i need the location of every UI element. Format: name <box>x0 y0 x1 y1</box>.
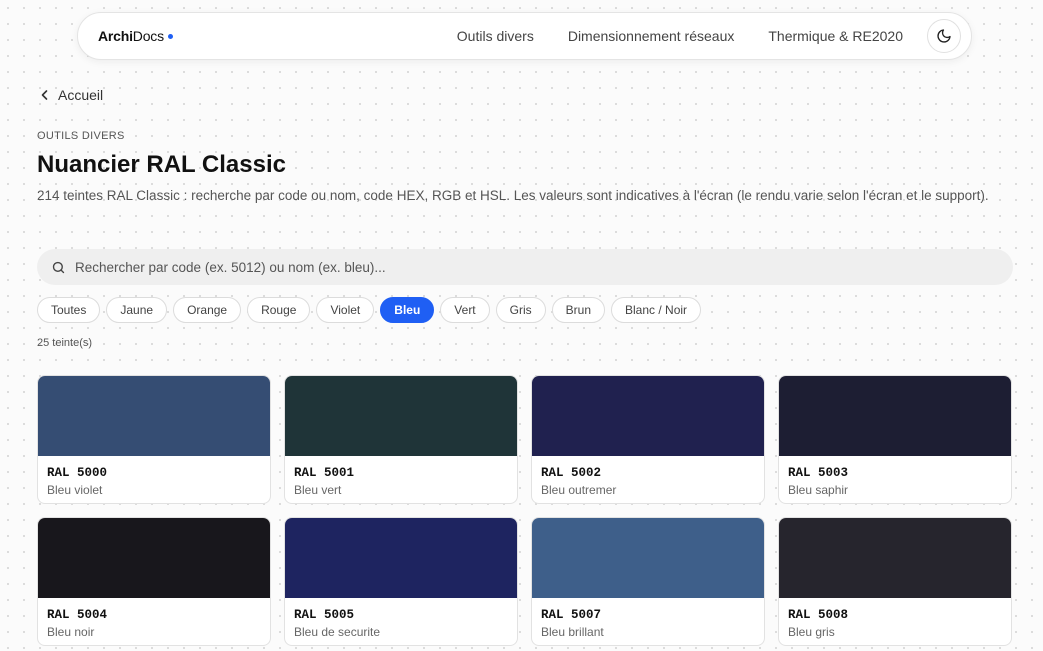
filter-chip-rouge[interactable]: Rouge <box>247 297 311 323</box>
color-name: Bleu brillant <box>541 625 604 639</box>
color-swatch <box>38 376 270 456</box>
search-icon <box>52 261 65 273</box>
filter-chip-blanc-noir[interactable]: Blanc / Noir <box>611 297 702 323</box>
color-card[interactable]: RAL 5002 Bleu outremer <box>531 375 765 504</box>
color-name: Bleu de securite <box>294 625 381 639</box>
main-nav: Outils divers Dimensionnement réseaux Th… <box>457 19 961 53</box>
color-code: RAL 5000 <box>47 466 108 480</box>
nav-link-outils-divers[interactable]: Outils divers <box>457 28 534 44</box>
color-code: RAL 5007 <box>541 608 602 622</box>
nav-link-thermique[interactable]: Thermique & RE2020 <box>768 28 903 44</box>
filter-chip-jaune[interactable]: Jaune <box>106 297 168 323</box>
filter-chip-brun[interactable]: Brun <box>551 297 606 323</box>
color-card[interactable]: RAL 5000 Bleu violet <box>37 375 271 504</box>
color-card[interactable]: RAL 5008 Bleu gris <box>778 517 1012 646</box>
moon-icon <box>937 29 951 43</box>
back-link-label: Accueil <box>58 87 104 103</box>
color-card[interactable]: RAL 5007 Bleu brillant <box>531 517 765 646</box>
filter-chip-bleu[interactable]: Bleu <box>380 297 435 323</box>
filter-chip-toutes[interactable]: Toutes <box>37 297 101 323</box>
color-name: Bleu violet <box>47 483 103 497</box>
color-swatch <box>779 376 1011 456</box>
color-card[interactable]: RAL 5005 Bleu de securite <box>284 517 518 646</box>
color-code: RAL 5004 <box>47 608 108 622</box>
filter-chip-orange[interactable]: Orange <box>173 297 242 323</box>
brand-name-rest: Docs <box>132 28 164 44</box>
color-name: Bleu gris <box>788 625 835 639</box>
color-swatch <box>285 518 517 598</box>
color-code: RAL 5005 <box>294 608 355 622</box>
color-swatch <box>779 518 1011 598</box>
color-name: Bleu vert <box>294 483 342 497</box>
filter-chips: Toutes Jaune Orange Rouge Violet Bleu Ve… <box>37 297 707 323</box>
color-swatch <box>285 376 517 456</box>
section-eyebrow: OUTILS DIVERS <box>37 130 125 142</box>
color-swatch <box>532 376 764 456</box>
results-count: 25 teinte(s) <box>37 337 93 349</box>
top-navigation-bar: Archi Docs Outils divers Dimensionnement … <box>77 12 972 60</box>
page-description: 214 teintes RAL Classic : recherche par … <box>37 188 989 203</box>
filter-chip-vert[interactable]: Vert <box>440 297 490 323</box>
color-card[interactable]: RAL 5004 Bleu noir <box>37 517 271 646</box>
color-name: Bleu saphir <box>788 483 849 497</box>
color-code: RAL 5008 <box>788 608 849 622</box>
color-swatch <box>532 518 764 598</box>
color-name: Bleu noir <box>47 625 95 639</box>
color-code: RAL 5001 <box>294 466 355 480</box>
brand-dot <box>167 33 173 39</box>
back-link[interactable]: Accueil <box>40 87 103 103</box>
brand-logo[interactable]: Archi Docs <box>98 28 173 44</box>
color-code: RAL 5002 <box>541 466 602 480</box>
color-name: Bleu outremer <box>541 483 617 497</box>
brand-name-bold: Archi <box>98 28 133 44</box>
nav-link-dimensionnement[interactable]: Dimensionnement réseaux <box>568 28 735 44</box>
search-input[interactable] <box>75 259 975 275</box>
color-card[interactable]: RAL 5001 Bleu vert <box>284 375 518 504</box>
filter-chip-gris[interactable]: Gris <box>495 297 546 323</box>
color-grid: RAL 5000 Bleu violet RAL 5001 Bleu vert … <box>37 375 1013 646</box>
search-bar <box>37 249 1013 285</box>
color-code: RAL 5003 <box>788 466 849 480</box>
color-card[interactable]: RAL 5003 Bleu saphir <box>778 375 1012 504</box>
chevron-left-icon <box>41 90 48 100</box>
filter-chip-violet[interactable]: Violet <box>316 297 375 323</box>
theme-toggle-button[interactable] <box>927 19 961 53</box>
color-swatch <box>38 518 270 598</box>
page-title: Nuancier RAL Classic <box>37 151 286 178</box>
